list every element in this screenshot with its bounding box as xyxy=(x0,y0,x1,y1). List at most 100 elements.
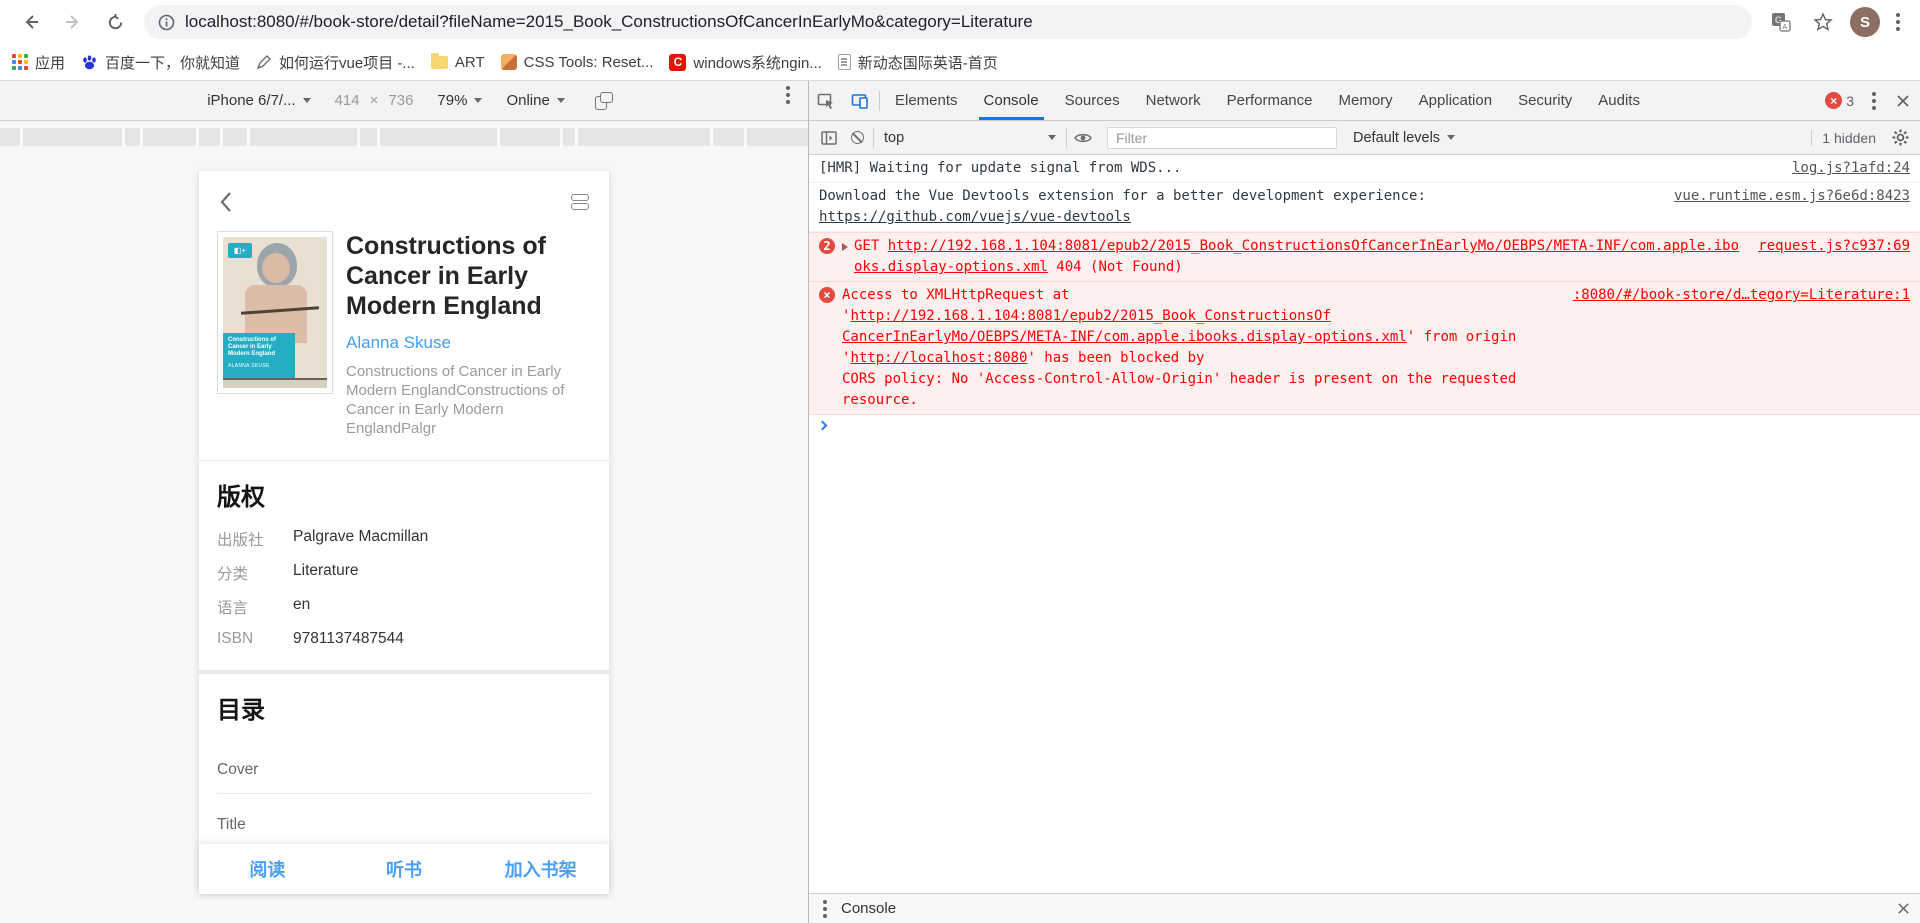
origin-link[interactable]: http://localhost:8080 xyxy=(850,350,1027,366)
tab-network[interactable]: Network xyxy=(1133,81,1214,120)
tab-elements[interactable]: Elements xyxy=(882,81,971,120)
apps-grid-icon xyxy=(12,54,28,70)
bookmark-csdn[interactable]: C windows系统ngin... xyxy=(669,52,822,73)
bookmark-vue[interactable]: 如何运行vue项目 -... xyxy=(256,52,415,73)
tab-memory[interactable]: Memory xyxy=(1326,81,1406,120)
source-link[interactable]: request.js?c937:69 xyxy=(1758,236,1910,257)
book-description: Constructions of Cancer in Early Modern … xyxy=(346,363,565,437)
translate-icon[interactable]: GA xyxy=(1764,5,1798,39)
bookshelf-icon[interactable] xyxy=(571,194,589,210)
device-toolbar-menu-icon[interactable] xyxy=(786,93,790,97)
favicon-image-icon xyxy=(500,54,517,70)
bookmark-css-tools[interactable]: CSS Tools: Reset... xyxy=(500,54,653,71)
chevron-down-icon xyxy=(474,98,483,103)
listen-button[interactable]: 听书 xyxy=(336,856,473,882)
bookmark-label: ART xyxy=(454,53,485,71)
request-url-link[interactable]: http://192.168.1.104:8081/epub2/2015_Boo… xyxy=(888,238,1739,254)
devtools-menu-icon[interactable] xyxy=(1872,98,1876,103)
add-to-shelf-button[interactable]: 加入书架 xyxy=(472,856,609,882)
eye-icon[interactable] xyxy=(1069,132,1097,144)
drawer-menu-icon[interactable] xyxy=(823,906,827,911)
console-drawer-bar: Console xyxy=(809,893,1920,923)
meta-row-isbn: ISBN 9781137487544 xyxy=(217,630,404,647)
zoom-select[interactable]: 79% xyxy=(437,92,483,109)
log-levels-select[interactable]: Default levels xyxy=(1347,130,1461,146)
context-select[interactable]: top xyxy=(876,130,1064,146)
chevron-down-icon xyxy=(1447,135,1456,140)
forward-icon[interactable] xyxy=(56,5,90,39)
error-count[interactable]: 3 xyxy=(1846,93,1854,109)
read-button[interactable]: 阅读 xyxy=(199,856,336,882)
request-url-link[interactable]: CancerInEarlyMo/OEBPS/META-INF/com.apple… xyxy=(842,329,1407,345)
vue-devtools-link[interactable]: https://github.com/vuejs/vue-devtools xyxy=(819,207,1656,228)
console-prompt[interactable] xyxy=(809,415,1920,436)
device-toolbar: iPhone 6/7/... 414 × 736 79% Online xyxy=(0,81,808,121)
drawer-close-icon[interactable] xyxy=(1886,894,1920,923)
url-text[interactable]: localhost:8080/#/book-store/detail?fileN… xyxy=(185,12,1033,32)
bookmark-art[interactable]: ART xyxy=(430,52,485,71)
browser-window: localhost:8080/#/book-store/detail?fileN… xyxy=(0,0,1920,923)
zoom-value: 79% xyxy=(437,92,468,109)
tab-sources[interactable]: Sources xyxy=(1052,81,1133,120)
browser-menu-icon[interactable] xyxy=(1896,20,1900,24)
toc-section-title: 目录 xyxy=(217,697,265,724)
viewport-height[interactable]: 736 xyxy=(388,92,413,109)
device-select[interactable]: iPhone 6/7/... xyxy=(207,92,311,109)
tab-console[interactable]: Console xyxy=(971,81,1052,120)
console-message-hmr: [HMR] Waiting for update signal from WDS… xyxy=(809,155,1920,183)
tab-performance[interactable]: Performance xyxy=(1214,81,1326,120)
tab-audits[interactable]: Audits xyxy=(1585,81,1653,120)
source-link[interactable]: vue.runtime.esm.js?6e6d:8423 xyxy=(1674,186,1910,207)
address-bar: localhost:8080/#/book-store/detail?fileN… xyxy=(0,0,1920,44)
back-icon[interactable] xyxy=(14,5,48,39)
bookmark-label: 如何运行vue项目 -... xyxy=(279,54,415,72)
bookmark-label: 新动态国际英语-首页 xyxy=(857,54,998,72)
clear-console-icon[interactable] xyxy=(843,131,871,144)
bookmark-apps[interactable]: 应用 xyxy=(12,52,65,73)
bookmark-star-icon[interactable] xyxy=(1806,5,1840,39)
document-icon xyxy=(837,54,851,70)
console-sidebar-icon[interactable] xyxy=(815,130,843,145)
rotate-device-icon[interactable] xyxy=(594,91,613,110)
hidden-count[interactable]: 1 hidden xyxy=(1811,129,1886,146)
error-badge-icon[interactable]: × xyxy=(1825,92,1843,109)
inspect-element-icon[interactable] xyxy=(809,81,843,120)
devtools-close-icon[interactable] xyxy=(1886,94,1920,108)
copyright-section-title: 版权 xyxy=(217,484,265,511)
url-bar[interactable]: localhost:8080/#/book-store/detail?fileN… xyxy=(144,5,1752,39)
request-url-link[interactable]: oks.display-options.xml xyxy=(854,259,1048,275)
network-value: Online xyxy=(506,92,550,109)
avatar[interactable]: S xyxy=(1850,7,1880,37)
viewport-width[interactable]: 414 xyxy=(335,92,360,109)
refresh-icon[interactable] xyxy=(98,5,132,39)
media-query-ruler xyxy=(0,128,808,146)
device-toolbar-toggle-icon[interactable] xyxy=(843,81,877,120)
source-link[interactable]: :8080/#/book-store/d…tegory=Literature:1 xyxy=(1573,285,1910,306)
devtools: Elements Console Sources Network Perform… xyxy=(808,81,1920,923)
book-detail-card: ◧+ Constructions of Cancer in Early Mode… xyxy=(199,171,609,894)
copyright-section: 版权 出版社 Palgrave Macmillan 分类 Literature xyxy=(199,461,609,670)
csdn-c-icon: C xyxy=(669,53,687,71)
levels-value: Default levels xyxy=(1353,129,1441,146)
device-name: iPhone 6/7/... xyxy=(207,92,296,109)
toc-item-title[interactable]: Title xyxy=(217,794,591,844)
context-value: top xyxy=(884,129,905,146)
request-url-link[interactable]: http://192.168.1.104:8081/epub2/2015_Boo… xyxy=(850,308,1330,324)
bookmark-english[interactable]: 新动态国际英语-首页 xyxy=(837,52,998,73)
console-toolbar: top Default levels 1 hidden xyxy=(809,121,1920,155)
publisher-logo: ◧+ xyxy=(228,243,252,258)
tab-security[interactable]: Security xyxy=(1505,81,1585,120)
filter-input[interactable] xyxy=(1107,126,1337,149)
source-link[interactable]: log.js?1afd:24 xyxy=(1792,158,1910,179)
book-author-link[interactable]: Alanna Skuse xyxy=(346,333,591,353)
back-chevron-icon[interactable] xyxy=(219,191,232,213)
error-x-icon: × xyxy=(819,287,835,303)
info-icon[interactable] xyxy=(158,14,175,31)
toc-item-cover[interactable]: Cover xyxy=(217,739,591,794)
tab-application[interactable]: Application xyxy=(1406,81,1505,120)
bookmark-baidu[interactable]: 百度一下，你就知道 xyxy=(81,52,240,73)
throttling-select[interactable]: Online xyxy=(506,92,565,109)
meta-row-language: 语言 en xyxy=(217,596,311,617)
expand-triangle-icon[interactable] xyxy=(842,243,848,251)
settings-gear-icon[interactable] xyxy=(1886,129,1914,146)
